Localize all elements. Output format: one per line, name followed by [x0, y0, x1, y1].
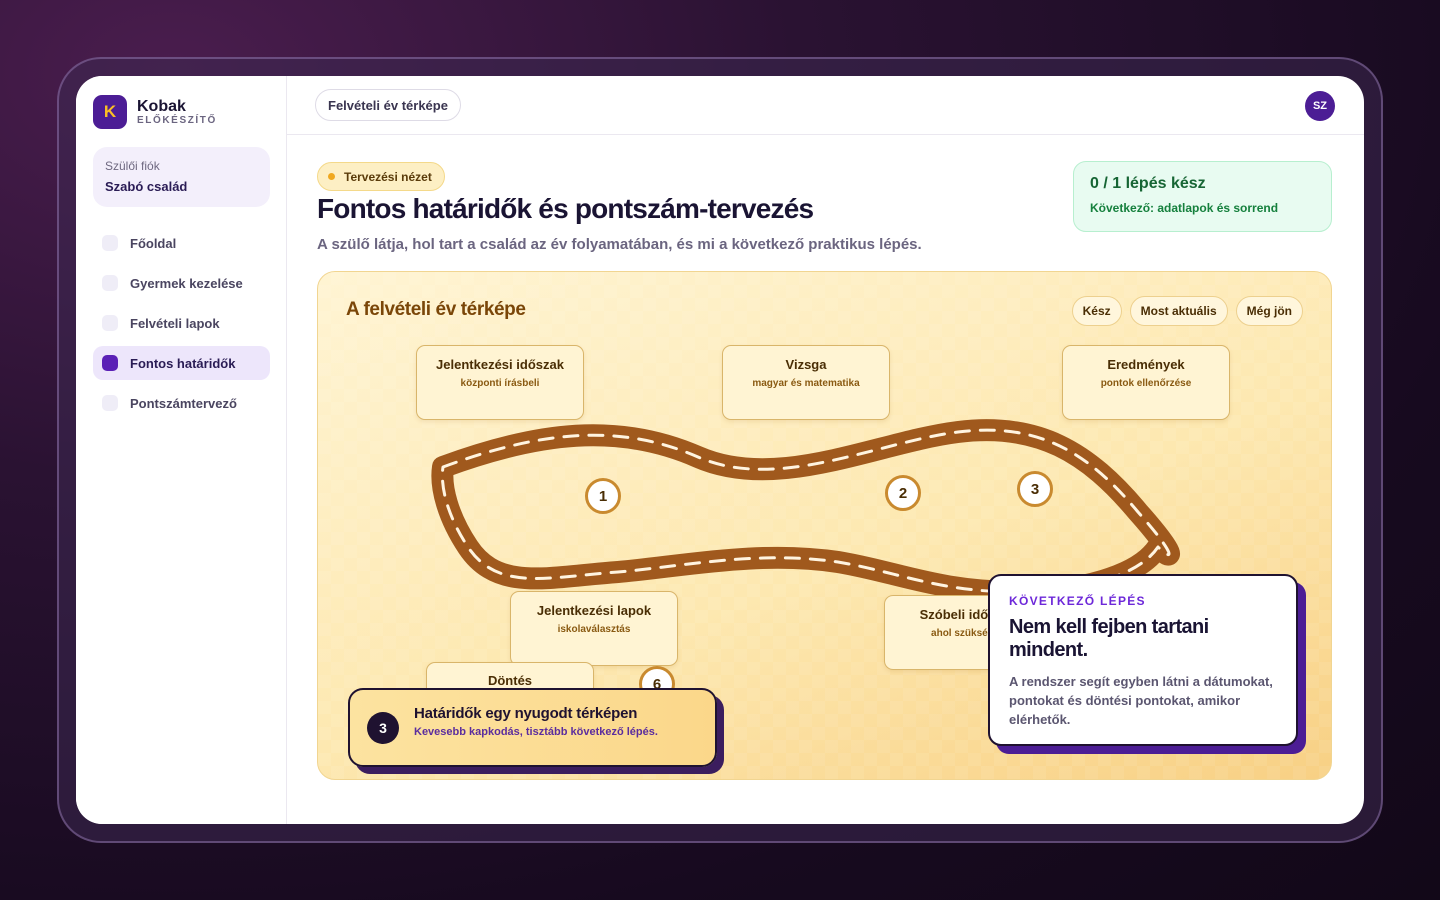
banner-subtitle: Kevesebb kapkodás, tisztább következő lé…	[414, 726, 658, 738]
stop-results[interactable]: Eredmények pontok ellenőrzése	[1062, 345, 1230, 420]
sidebar-item-label: Pontszámtervező	[130, 395, 237, 411]
page-title: Fontos határidők és pontszám-tervezés	[317, 193, 814, 224]
stop-exam[interactable]: Vizsga magyar és matematika	[722, 345, 890, 420]
stop-subtitle: iskolaválasztás	[557, 624, 631, 635]
stop-application-period[interactable]: Jelentkezési időszak központi írásbeli	[416, 345, 584, 420]
avatar[interactable]: SZ	[1305, 91, 1335, 121]
forms-icon	[102, 315, 118, 331]
stop-title: Döntés	[487, 673, 533, 688]
brand-name: Kobak	[137, 97, 186, 115]
mode-badge: Tervezési nézet	[317, 162, 445, 191]
sidebar-item-admission-forms[interactable]: Felvételi lapok	[93, 306, 270, 340]
breadcrumb[interactable]: Felvételi év térképe	[315, 89, 461, 121]
sidebar-item-deadlines[interactable]: Fontos határidők	[93, 346, 270, 380]
stop-title: Eredmények	[1107, 357, 1185, 372]
sidebar-item-label: Fontos határidők	[130, 355, 236, 371]
deadlines-icon	[102, 355, 118, 371]
stop-subtitle: pontok ellenőrzése	[1100, 378, 1192, 389]
stop-title: Jelentkezési lapok	[536, 603, 652, 618]
stop-title: Jelentkezési időszak	[436, 357, 564, 372]
stop-title: Vizsga	[785, 357, 827, 372]
sidebar: K Kobak ELŐKÉSZÍTŐ Szülői fiók Szabó csa…	[76, 76, 287, 824]
banner-title: Határidők egy nyugodt térképen	[414, 705, 638, 722]
sidebar-item-label: Gyermek kezelése	[130, 275, 243, 291]
next-step-kicker: KÖVETKEZŐ LÉPÉS	[1009, 594, 1146, 608]
score-planner-icon	[102, 395, 118, 411]
account-card[interactable]: Szülői fiók Szabó család	[93, 147, 270, 207]
sidebar-item-label: Főoldal	[130, 235, 177, 251]
account-label: Szülői fiók	[105, 159, 160, 173]
progress-next: Következő: adatlapok és sorrend	[1090, 201, 1279, 215]
next-step-title: Nem kell fejben tartani mindent.	[1009, 616, 1209, 661]
progress-card: 0 / 1 lépés kész Következő: adatlapok és…	[1073, 161, 1332, 232]
brand-logo: K	[93, 95, 127, 129]
banner-number: 3	[367, 712, 399, 744]
topbar: Felvételi év térképe SZ	[287, 76, 1364, 135]
app-window: K Kobak ELŐKÉSZÍTŐ Szülői fiók Szabó csa…	[76, 76, 1364, 824]
progress-count: 0 / 1 lépés kész	[1090, 175, 1206, 192]
step-marker-1[interactable]: 1	[585, 478, 621, 514]
stop-application-forms[interactable]: Jelentkezési lapok iskolaválasztás	[510, 591, 678, 666]
page-subtitle: A szülő látja, hol tart a család az év f…	[317, 236, 922, 253]
sidebar-nav: Főoldal Gyermek kezelése Felvételi lapok…	[93, 226, 270, 426]
mode-label: Tervezési nézet	[344, 169, 432, 184]
status-dot-icon	[328, 173, 335, 180]
brand[interactable]: K Kobak ELŐKÉSZÍTŐ	[93, 95, 217, 129]
stop-subtitle: központi írásbeli	[460, 378, 540, 389]
sidebar-item-score-planner[interactable]: Pontszámtervező	[93, 386, 270, 420]
brand-text: Kobak ELŐKÉSZÍTŐ	[137, 98, 217, 127]
brand-subtitle: ELŐKÉSZÍTŐ	[137, 114, 217, 126]
step-marker-2[interactable]: 2	[885, 475, 921, 511]
year-map: A felvételi év térképe Kész Most aktuáli…	[317, 271, 1332, 780]
home-icon	[102, 235, 118, 251]
sidebar-item-home[interactable]: Főoldal	[93, 226, 270, 260]
next-step-card: KÖVETKEZŐ LÉPÉS Nem kell fejben tartani …	[988, 574, 1298, 746]
feature-banner: 3 Határidők egy nyugodt térképen Keveseb…	[348, 688, 717, 767]
children-icon	[102, 275, 118, 291]
next-step-body: A rendszer segít egyben látni a dátumoka…	[1009, 674, 1273, 727]
sidebar-item-label: Felvételi lapok	[130, 315, 220, 331]
stop-subtitle: magyar és matematika	[752, 378, 860, 389]
sidebar-item-children[interactable]: Gyermek kezelése	[93, 266, 270, 300]
step-marker-3[interactable]: 3	[1017, 471, 1053, 507]
account-name: Szabó család	[105, 179, 188, 194]
